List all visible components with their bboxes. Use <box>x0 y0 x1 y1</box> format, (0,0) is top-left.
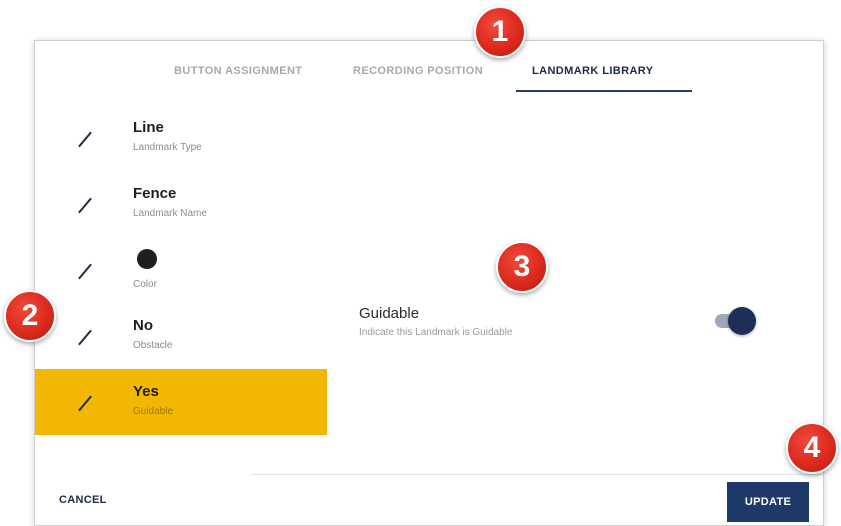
item-title: Yes <box>133 383 159 400</box>
item-title: Line <box>133 119 164 136</box>
tab-landmark-library[interactable]: LANDMARK LIBRARY <box>532 65 653 77</box>
edit-line-icon <box>77 131 93 147</box>
list-item-landmark-name[interactable]: Fence Landmark Name <box>35 169 327 235</box>
edit-line-icon <box>77 329 93 345</box>
edit-line-icon <box>77 263 93 279</box>
item-title: Fence <box>133 185 177 202</box>
edit-line-icon <box>77 395 93 411</box>
item-subtitle: Guidable <box>133 406 174 417</box>
item-title: No <box>133 317 153 334</box>
color-swatch <box>137 249 157 269</box>
footer-divider <box>251 474 825 475</box>
guidable-title: Guidable <box>359 305 420 322</box>
item-subtitle: Obstacle <box>133 340 173 351</box>
tab-recording-position[interactable]: RECORDING POSITION <box>353 65 483 77</box>
list-item-color[interactable]: Color <box>35 235 327 301</box>
active-tab-indicator <box>516 90 692 92</box>
callout-badge-3: 3 <box>496 241 548 293</box>
toggle-knob[interactable] <box>728 307 756 335</box>
list-item-guidable[interactable]: Yes Guidable <box>35 369 327 435</box>
landmark-dialog: BUTTON ASSIGNMENT RECORDING POSITION LAN… <box>34 40 825 526</box>
tab-button-assignment[interactable]: BUTTON ASSIGNMENT <box>174 65 302 77</box>
item-subtitle: Color <box>133 279 157 290</box>
update-button[interactable]: UPDATE <box>727 482 809 522</box>
callout-badge-2: 2 <box>4 290 56 342</box>
guidable-description: Indicate this Landmark is Guidable <box>359 327 513 338</box>
callout-badge-4: 4 <box>786 422 838 474</box>
list-item-obstacle[interactable]: No Obstacle <box>35 301 327 367</box>
callout-badge-1: 1 <box>474 6 526 58</box>
edit-line-icon <box>77 197 93 213</box>
item-subtitle: Landmark Type <box>133 142 202 153</box>
list-item-landmark-type[interactable]: Line Landmark Type <box>35 103 327 169</box>
item-subtitle: Landmark Name <box>133 208 207 219</box>
cancel-button[interactable]: CANCEL <box>49 485 117 515</box>
